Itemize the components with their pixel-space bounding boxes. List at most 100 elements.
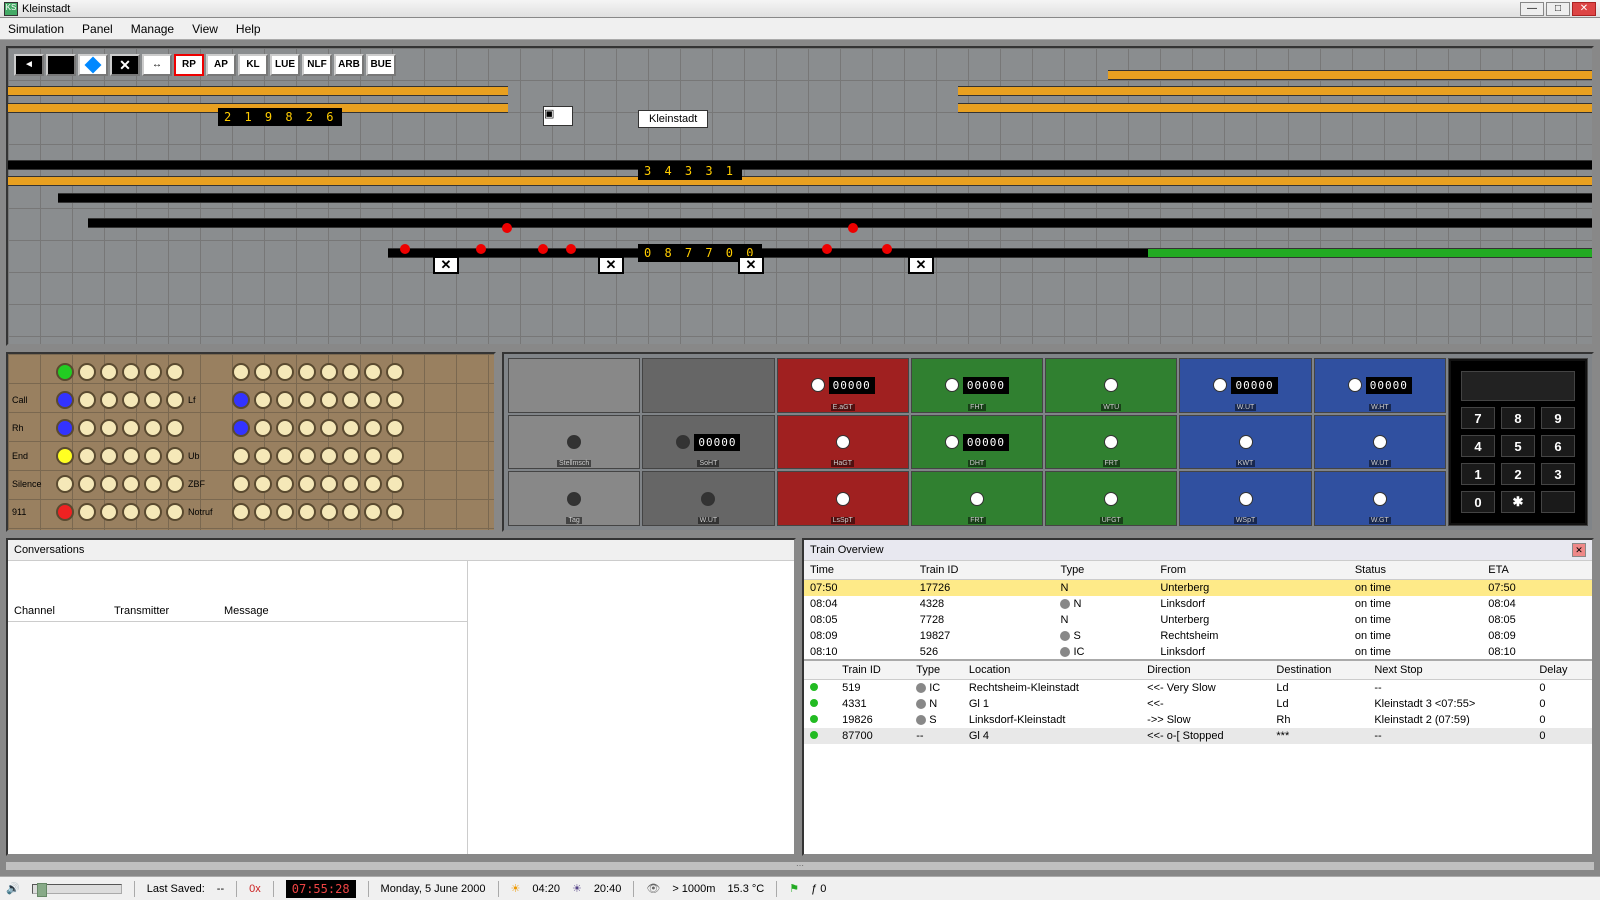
radio-lamp[interactable] bbox=[56, 419, 74, 437]
cp-cell[interactable] bbox=[642, 358, 774, 413]
signal-stop-icon[interactable] bbox=[848, 223, 858, 233]
menu-manage[interactable]: Manage bbox=[131, 22, 174, 36]
radio-lamp[interactable] bbox=[100, 503, 118, 521]
radio-lamp[interactable] bbox=[342, 447, 360, 465]
track-segment[interactable] bbox=[8, 176, 1594, 186]
radio-lamp[interactable] bbox=[122, 391, 140, 409]
tb-ap-button[interactable]: AP bbox=[206, 54, 236, 76]
radio-lamp[interactable] bbox=[144, 391, 162, 409]
radio-lamp[interactable] bbox=[122, 503, 140, 521]
cp-cell[interactable]: LsSpT bbox=[777, 471, 909, 526]
radio-lamp[interactable] bbox=[78, 503, 96, 521]
close-button[interactable]: ✕ bbox=[1572, 2, 1596, 16]
radio-lamp[interactable] bbox=[342, 419, 360, 437]
maximize-button[interactable]: □ bbox=[1546, 2, 1570, 16]
radio-lamp[interactable] bbox=[166, 475, 184, 493]
signal-stop-icon[interactable] bbox=[476, 244, 486, 254]
radio-lamp[interactable] bbox=[364, 503, 382, 521]
schedule-row[interactable]: 07:5017726NUnterbergon time07:50 bbox=[804, 580, 1592, 597]
radio-lamp[interactable] bbox=[78, 391, 96, 409]
signal-stop-icon[interactable] bbox=[400, 244, 410, 254]
track-segment[interactable] bbox=[958, 86, 1594, 96]
radio-lamp[interactable] bbox=[276, 475, 294, 493]
menu-simulation[interactable]: Simulation bbox=[8, 22, 64, 36]
signal-stop-icon[interactable] bbox=[822, 244, 832, 254]
tb-diamond-button[interactable] bbox=[78, 54, 108, 76]
conversations-detail[interactable] bbox=[468, 561, 794, 854]
live-trains-table[interactable]: Train IDTypeLocationDirectionDestination… bbox=[804, 661, 1592, 744]
radio-lamp[interactable] bbox=[78, 419, 96, 437]
cp-cell[interactable]: Tag bbox=[508, 471, 640, 526]
keypad-key-9[interactable]: 9 bbox=[1541, 407, 1575, 429]
radio-lamp[interactable] bbox=[386, 475, 404, 493]
tb-nlf-button[interactable]: NLF bbox=[302, 54, 332, 76]
radio-lamp[interactable] bbox=[78, 447, 96, 465]
col-header[interactable]: Location bbox=[963, 661, 1141, 680]
cp-cell[interactable]: FRT bbox=[1045, 415, 1177, 470]
radio-lamp[interactable] bbox=[56, 447, 74, 465]
track-segment[interactable] bbox=[8, 86, 508, 96]
col-header[interactable]: Time bbox=[804, 561, 914, 580]
radio-lamp[interactable] bbox=[232, 503, 250, 521]
cp-cell[interactable]: 00000SoHT bbox=[642, 415, 774, 470]
radio-lamp[interactable] bbox=[100, 391, 118, 409]
menu-help[interactable]: Help bbox=[236, 22, 261, 36]
radio-lamp[interactable] bbox=[144, 447, 162, 465]
minimize-button[interactable]: — bbox=[1520, 2, 1544, 16]
tb-bue-button[interactable]: BUE bbox=[366, 54, 396, 76]
tb-lue-button[interactable]: LUE bbox=[270, 54, 300, 76]
buffer-icon[interactable]: ✕ bbox=[598, 256, 624, 274]
keypad-key-2[interactable]: 2 bbox=[1501, 463, 1535, 485]
track-segment[interactable] bbox=[958, 103, 1594, 113]
radio-lamp[interactable] bbox=[100, 363, 118, 381]
tb-kl-button[interactable]: KL bbox=[238, 54, 268, 76]
radio-lamp[interactable] bbox=[56, 363, 74, 381]
radio-lamp[interactable] bbox=[100, 419, 118, 437]
radio-lamp[interactable] bbox=[232, 475, 250, 493]
radio-lamp[interactable] bbox=[298, 391, 316, 409]
schedule-row[interactable]: 08:044328NLinksdorfon time08:04 bbox=[804, 596, 1592, 612]
cp-cell[interactable]: 00000W.UT bbox=[1179, 358, 1311, 413]
keypad-key-7[interactable]: 7 bbox=[1461, 407, 1495, 429]
radio-lamp[interactable] bbox=[298, 475, 316, 493]
schedule-row[interactable]: 08:0919827SRechtsheimon time08:09 bbox=[804, 628, 1592, 644]
radio-lamp[interactable] bbox=[364, 475, 382, 493]
radio-lamp[interactable] bbox=[254, 363, 272, 381]
col-header[interactable]: From bbox=[1154, 561, 1348, 580]
keypad-key-0[interactable]: 0 bbox=[1461, 491, 1495, 513]
cp-cell[interactable]: 00000DHT bbox=[911, 415, 1043, 470]
tb-arb-button[interactable]: ARB bbox=[334, 54, 364, 76]
radio-lamp[interactable] bbox=[386, 419, 404, 437]
col-header[interactable] bbox=[804, 661, 836, 680]
radio-lamp[interactable] bbox=[232, 363, 250, 381]
radio-lamp[interactable] bbox=[342, 503, 360, 521]
radio-lamp[interactable] bbox=[342, 475, 360, 493]
radio-lamp[interactable] bbox=[232, 419, 250, 437]
live-row[interactable]: 4331NGl 1<<-LdKleinstadt 3 <07:55>0 bbox=[804, 696, 1592, 712]
track-segment[interactable] bbox=[1148, 248, 1594, 258]
radio-lamp[interactable] bbox=[122, 363, 140, 381]
schedule-row[interactable]: 08:057728NUnterbergon time08:05 bbox=[804, 612, 1592, 628]
radio-lamp[interactable] bbox=[320, 503, 338, 521]
radio-lamp[interactable] bbox=[276, 447, 294, 465]
track-segment[interactable] bbox=[8, 160, 1594, 170]
radio-lamp[interactable] bbox=[166, 503, 184, 521]
col-header[interactable]: Destination bbox=[1270, 661, 1368, 680]
tb-back-button[interactable]: ◄ bbox=[14, 54, 44, 76]
cp-cell[interactable]: FRT bbox=[911, 471, 1043, 526]
cp-cell[interactable]: HaGT bbox=[777, 415, 909, 470]
volume-slider[interactable] bbox=[32, 884, 122, 894]
radio-lamp[interactable] bbox=[144, 503, 162, 521]
keypad-key-6[interactable]: 6 bbox=[1541, 435, 1575, 457]
cp-cell[interactable]: W.GT bbox=[1314, 471, 1446, 526]
radio-lamp[interactable] bbox=[56, 475, 74, 493]
station-camera-icon[interactable]: ▣ bbox=[543, 106, 573, 126]
cp-cell[interactable]: 00000FHT bbox=[911, 358, 1043, 413]
track-segment[interactable] bbox=[1108, 70, 1594, 80]
radio-lamp[interactable] bbox=[232, 391, 250, 409]
radio-lamp[interactable] bbox=[254, 447, 272, 465]
radio-lamp[interactable] bbox=[144, 475, 162, 493]
train-overview-close-button[interactable]: ✕ bbox=[1572, 543, 1586, 557]
radio-lamp[interactable] bbox=[276, 503, 294, 521]
radio-lamp[interactable] bbox=[144, 363, 162, 381]
